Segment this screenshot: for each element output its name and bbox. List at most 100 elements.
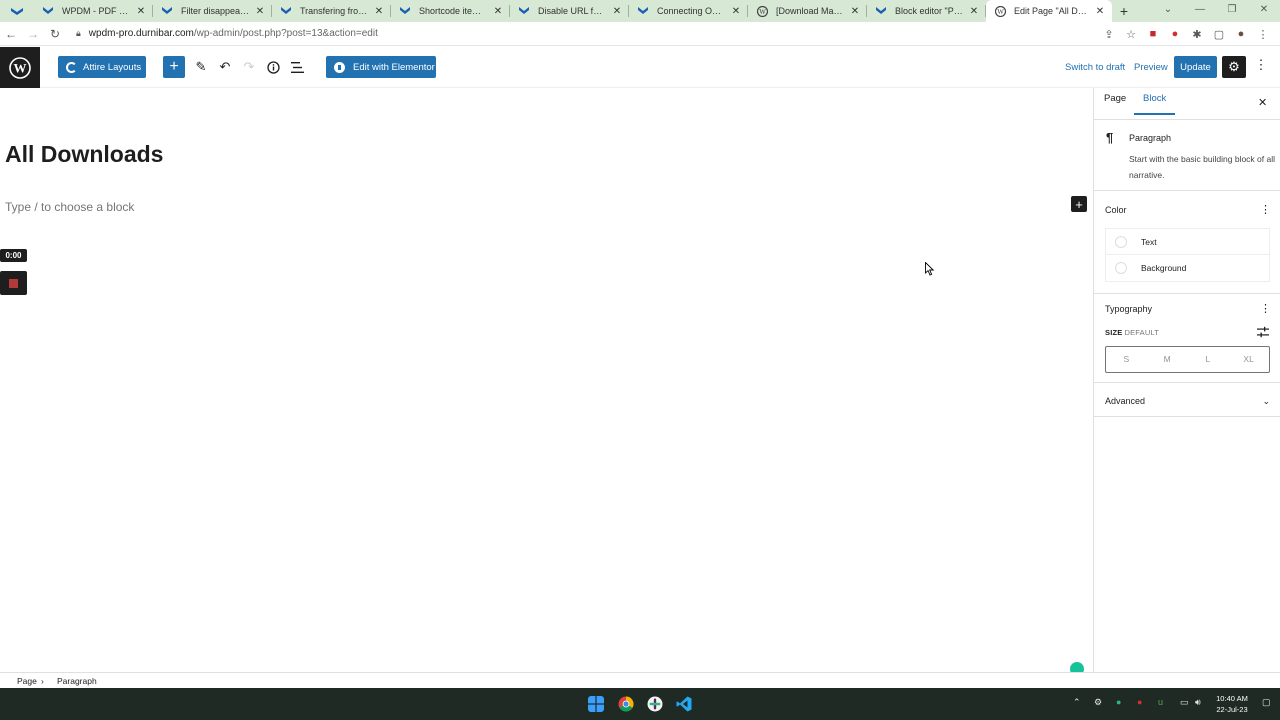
tab-close-icon[interactable]: ✕ [730, 6, 742, 17]
wpdm-icon [161, 5, 173, 17]
active-tab-indicator [1134, 113, 1175, 115]
stop-recording-button[interactable] [0, 271, 27, 295]
system-clock[interactable]: 10:40 AM 22-Jul-23 [1212, 693, 1252, 715]
close-window-icon[interactable]: ✕ [1248, 0, 1280, 22]
size-default-text: DEFAULT [1124, 328, 1160, 337]
reload-icon[interactable]: ↻ [44, 27, 66, 41]
tray-app-green-icon[interactable]: ● [1116, 697, 1121, 707]
window-controls: ⌄ — ❐ ✕ [1152, 0, 1280, 22]
share-icon[interactable]: ⇪ [1098, 28, 1120, 41]
tray-chevron-icon[interactable]: ⌃ [1073, 697, 1081, 708]
size-option-xl[interactable]: XL [1228, 347, 1269, 372]
back-icon[interactable]: ← [0, 27, 22, 41]
size-option-s[interactable]: S [1106, 347, 1147, 372]
browser-tab[interactable]: Block editor "Package ✕ [867, 0, 986, 22]
tab-close-icon[interactable]: ✕ [849, 6, 861, 17]
details-button[interactable] [263, 57, 283, 77]
volume-icon[interactable]: 🔊︎ [1195, 697, 1201, 708]
block-card: ¶ Paragraph Start with the basic buildin… [1094, 121, 1280, 191]
browser-tab[interactable]: Shortcode items per ✕ [391, 0, 510, 22]
restore-icon[interactable]: ❐ [1216, 0, 1248, 22]
avatar[interactable]: ● [1230, 28, 1252, 40]
browser-tab[interactable]: Transfering from local ✕ [272, 0, 391, 22]
new-tab-icon[interactable]: + [1112, 3, 1136, 19]
wpdm-icon [518, 5, 530, 17]
tab-title: Filter disappearing aft [181, 6, 250, 16]
tools-pencil-button[interactable]: ✎ [191, 57, 211, 77]
url-field[interactable]: 🔒︎ wpdm-pro.durnibar.com/wp-admin/post.p… [76, 28, 378, 39]
color-swatch [1115, 235, 1127, 248]
tab-close-icon[interactable]: ✕ [1094, 6, 1106, 17]
wpdm-icon [399, 5, 411, 17]
extension-red-icon[interactable]: ■ [1142, 28, 1164, 40]
page-title[interactable]: All Downloads [5, 141, 163, 168]
adblock-icon[interactable]: ● [1164, 28, 1186, 40]
tray-network-icon[interactable]: ⚙ [1094, 697, 1102, 708]
browser-tab[interactable]: W [Download Manager] ✕ [748, 0, 867, 22]
breadcrumb-paragraph[interactable]: Paragraph [57, 676, 97, 686]
side-panel-icon[interactable]: ▢ [1208, 28, 1230, 41]
tab-close-icon[interactable]: ✕ [492, 6, 504, 17]
os-taskbar: ⌃ ⚙ ● ● u ▭ 🔊︎ 10:40 AM 22-Jul-23 ▢ [0, 688, 1280, 720]
block-placeholder[interactable]: Type / to choose a block [5, 200, 134, 214]
redo-button[interactable]: ↷ [239, 57, 259, 77]
add-block-button[interactable]: + [163, 56, 185, 78]
recording-timer: 0:00 [0, 249, 27, 262]
browser-tab[interactable]: WPDM - PDF Viewer ✕ [34, 0, 153, 22]
tab-close-icon[interactable]: ✕ [611, 6, 623, 17]
chrome-icon[interactable] [618, 696, 634, 712]
tray-app-red-icon[interactable]: ● [1137, 697, 1142, 707]
browser-tab[interactable]: Filter disappearing aft ✕ [153, 0, 272, 22]
notification-icon[interactable]: ▢ [1262, 697, 1271, 708]
attire-label: Attire Layouts [83, 61, 142, 73]
stop-icon [9, 278, 18, 288]
redo-icon: ↷ [243, 59, 255, 74]
tab-close-icon[interactable]: ✕ [254, 6, 266, 17]
browser-tab-active[interactable]: W Edit Page "All Downlo ✕ [986, 0, 1112, 22]
custom-size-icon[interactable] [1257, 326, 1269, 338]
options-menu-button[interactable]: ⋮ [1254, 57, 1268, 77]
url-host: wpdm-pro.durnibar.com [88, 28, 194, 39]
wifi-icon[interactable]: ▭ [1180, 697, 1189, 708]
block-inserter-button[interactable]: + [1071, 196, 1087, 212]
text-color-option[interactable]: Text [1106, 229, 1269, 255]
tab-block[interactable]: Block [1143, 93, 1166, 104]
typography-options-icon[interactable]: ⋮ [1260, 302, 1271, 315]
edit-with-elementor-button[interactable]: Edit with Elementor [326, 56, 436, 78]
tab-close-icon[interactable]: ✕ [135, 6, 147, 17]
breadcrumb-chevron-icon: › [41, 676, 44, 686]
forward-icon[interactable]: → [22, 27, 44, 41]
undo-button[interactable]: ↶ [215, 57, 235, 77]
windows-start-icon[interactable] [588, 696, 604, 712]
update-button[interactable]: Update [1174, 56, 1217, 78]
background-color-option[interactable]: Background [1106, 255, 1269, 281]
list-view-button[interactable] [287, 57, 307, 77]
settings-button[interactable]: ⚙ [1222, 56, 1246, 78]
browser-tab[interactable]: Disable URL for down ✕ [510, 0, 629, 22]
size-option-m[interactable]: M [1147, 347, 1188, 372]
vscode-icon[interactable] [676, 696, 692, 712]
tab-close-icon[interactable]: ✕ [373, 6, 385, 17]
close-sidebar-icon[interactable]: ✕ [1258, 96, 1267, 109]
star-icon[interactable]: ☆ [1120, 28, 1142, 41]
chevron-down-icon[interactable]: ⌄ [1152, 0, 1184, 22]
minimize-icon[interactable]: — [1184, 0, 1216, 22]
tab-page[interactable]: Page [1104, 93, 1126, 104]
advanced-panel-header[interactable]: Advanced ⌄ [1094, 392, 1280, 412]
editor-canvas[interactable]: All Downloads Type / to choose a block +… [0, 88, 1093, 676]
tray-app-icon[interactable]: u [1158, 697, 1163, 707]
tab-title: Edit Page "All Downlo [1014, 6, 1090, 16]
tab-search-button[interactable] [0, 0, 34, 22]
tab-close-icon[interactable]: ✕ [968, 6, 980, 17]
extensions-icon[interactable]: ✱ [1186, 28, 1208, 41]
preview-button[interactable]: Preview [1134, 62, 1168, 73]
breadcrumb-page[interactable]: Page [17, 676, 37, 686]
wordpress-logo-button[interactable]: W [0, 47, 40, 88]
switch-to-draft-button[interactable]: Switch to draft [1065, 62, 1125, 73]
color-options-icon[interactable]: ⋮ [1260, 203, 1271, 216]
size-option-l[interactable]: L [1188, 347, 1229, 372]
browser-tab[interactable]: Connecting One Drive ✕ [629, 0, 748, 22]
slack-icon[interactable] [647, 696, 663, 712]
attire-layouts-button[interactable]: Attire Layouts [58, 56, 146, 78]
browser-menu-icon[interactable]: ⋮ [1252, 28, 1274, 41]
